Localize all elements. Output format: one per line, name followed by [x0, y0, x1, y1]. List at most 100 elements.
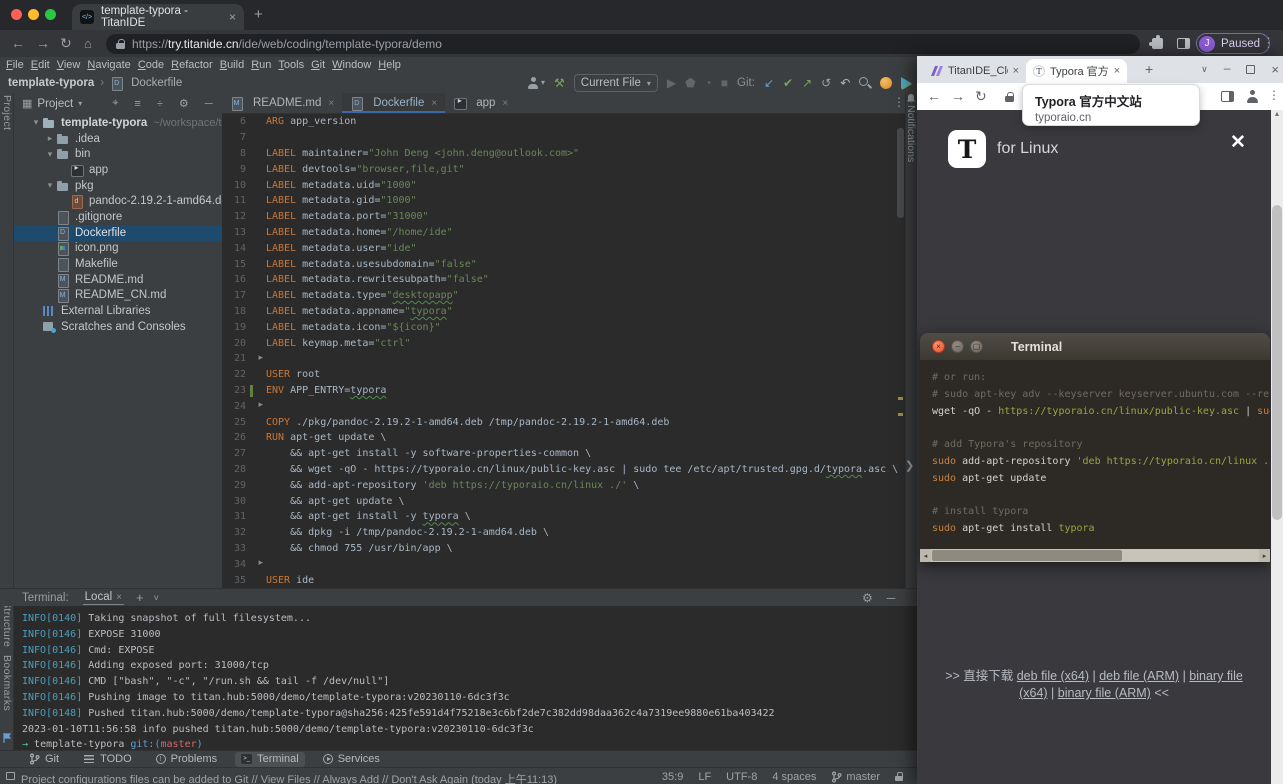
browser-tab-TitanIDE_Clo[interactable]: TitanIDE_Clo × [924, 59, 1026, 83]
lock-icon[interactable] [1005, 92, 1014, 102]
terminal-minimize-icon[interactable]: ─ [887, 591, 896, 605]
close-icon[interactable]: ✕ [1230, 131, 1246, 154]
forward-icon[interactable]: → [951, 88, 965, 105]
address-bar[interactable]: https://try.titanide.cn/ide/web/coding/t… [106, 34, 1140, 54]
tree-item-.idea[interactable]: ▸ .idea [14, 131, 222, 147]
side-panel-icon[interactable] [1177, 38, 1190, 49]
menu-help[interactable]: Help [378, 59, 401, 71]
tree-item-README.md[interactable]: README.md [14, 272, 222, 288]
breadcrumb-project[interactable]: template-typora [8, 77, 94, 89]
browser-menu-icon[interactable]: ⋮ [1268, 88, 1280, 102]
browser-menu-icon[interactable]: ⋮ [1262, 35, 1275, 51]
menu-file[interactable]: File [6, 59, 24, 71]
stripe-project-label[interactable]: Project [1, 95, 13, 130]
chevron-expanded-icon[interactable]: ▾ [44, 180, 56, 191]
tree-item-bin[interactable]: ▾ bin [14, 146, 222, 162]
menu-navigate[interactable]: Navigate [87, 59, 130, 71]
readonly-lock-icon[interactable] [895, 772, 903, 781]
warning-stripe-mark[interactable] [898, 413, 903, 416]
profile-button[interactable]: J Paused [1196, 33, 1271, 54]
history-icon[interactable]: ↺ [821, 77, 831, 89]
gear-icon[interactable]: ⚙ [179, 97, 189, 110]
editor-tab-Dockerfile[interactable]: Dockerfile× [342, 93, 446, 113]
minimize-icon[interactable]: – [1224, 61, 1231, 75]
close-tab-icon[interactable]: × [1013, 65, 1019, 77]
toolwindow-services[interactable]: Services [317, 752, 386, 767]
git-branch-widget[interactable]: master [831, 771, 880, 783]
locate-file-icon[interactable]: ⌖ [112, 97, 118, 110]
event-log-icon[interactable] [6, 772, 15, 780]
editor-tabs-menu-icon[interactable]: ⋮ [893, 95, 905, 109]
git-update-icon[interactable]: ↙ [764, 77, 774, 89]
debug-icon[interactable]: ⬟ [685, 77, 695, 89]
avatar-icon[interactable] [1246, 90, 1259, 103]
tree-item-Makefile[interactable]: Makefile [14, 256, 222, 272]
build-hammer-icon[interactable]: ⚒ [554, 77, 565, 89]
scrollbar-thumb[interactable] [932, 550, 1122, 561]
close-tab-icon[interactable]: × [502, 98, 508, 109]
close-window-icon[interactable] [11, 9, 22, 20]
editor-tab-README.md[interactable]: README.md× [222, 93, 342, 113]
back-icon[interactable]: ← [927, 88, 941, 105]
editor-scrollbar[interactable] [897, 128, 904, 218]
tree-item-External Libraries[interactable]: External Libraries [14, 303, 222, 319]
chevron-expanded-icon[interactable]: ▾ [30, 117, 42, 128]
menu-window[interactable]: Window [332, 59, 371, 71]
menu-tools[interactable]: Tools [278, 59, 304, 71]
user-menu-button[interactable]: ▾ [527, 77, 545, 89]
chevron-collapsed-icon[interactable]: ▸ [44, 133, 56, 144]
lock-icon[interactable] [116, 39, 125, 49]
scroll-left-icon[interactable]: ◂ [920, 549, 931, 562]
stripe-notifications-label[interactable]: Notifications [905, 105, 917, 162]
titanide-run-icon[interactable] [901, 77, 912, 89]
bookmark-flag-icon[interactable] [3, 733, 12, 743]
side-panel-icon[interactable] [1221, 91, 1234, 102]
tree-item-README_CN.md[interactable]: README_CN.md [14, 288, 222, 304]
coverage-icon[interactable]: ◔ [705, 77, 712, 89]
git-push-icon[interactable]: ↗ [802, 77, 812, 89]
extensions-icon[interactable] [1149, 35, 1163, 49]
collapse-all-icon[interactable]: ÷ [157, 98, 163, 110]
hide-panel-icon[interactable]: ─ [205, 98, 213, 110]
tree-item-Dockerfile[interactable]: Dockerfile [14, 224, 222, 241]
close-icon[interactable]: × [116, 592, 122, 603]
toolwindow-git[interactable]: Git [22, 752, 65, 767]
terminal-tab-local[interactable]: Local × [82, 590, 124, 605]
reload-icon[interactable]: ↻ [60, 34, 72, 53]
run-icon[interactable]: ▶ [667, 77, 676, 89]
browser-tab-Typora 官方[interactable]: T Typora 官方 × [1026, 59, 1128, 83]
line-ending[interactable]: LF [698, 771, 711, 783]
forward-icon[interactable]: → [36, 34, 50, 53]
page-scrollbar[interactable]: ▲ [1271, 110, 1283, 784]
bell-icon[interactable] [906, 93, 916, 104]
tree-item-template-typora[interactable]: ▾template-typora~/workspace/templa [14, 115, 222, 131]
scroll-right-icon[interactable]: ▸ [1259, 549, 1270, 562]
chevron-expanded-icon[interactable]: ▾ [44, 149, 56, 160]
stripe-bookmarks-label[interactable]: Bookmarks [1, 655, 13, 711]
close-tab-icon[interactable]: × [1114, 65, 1120, 77]
fullscreen-window-icon[interactable] [45, 9, 56, 20]
status-message[interactable]: Project configurations files can be adde… [21, 771, 557, 784]
back-icon[interactable]: ← [11, 34, 25, 53]
stop-icon[interactable]: ■ [721, 77, 728, 89]
panel-expander-icon[interactable]: ❯ [905, 459, 914, 472]
new-tab-button[interactable]: + [254, 7, 263, 22]
toolwindow-terminal[interactable]: Terminal [235, 751, 305, 767]
tree-item-app[interactable]: app [14, 162, 222, 178]
menu-refactor[interactable]: Refactor [171, 59, 213, 71]
scrollbar-thumb[interactable] [1272, 205, 1282, 520]
download-link[interactable]: binary file (ARM) [1058, 686, 1151, 700]
menu-build[interactable]: Build [220, 59, 244, 71]
code-editor[interactable]: 6 ARG app_version 7 8 LABEL maintainer="John… [222, 114, 905, 588]
tree-item-icon.png[interactable]: icon.png [14, 241, 222, 257]
caret-position[interactable]: 35:9 [662, 771, 683, 783]
breadcrumb-file[interactable]: Dockerfile [131, 77, 182, 89]
download-link[interactable]: deb file (ARM) [1099, 669, 1179, 683]
editor-tab-app[interactable]: app× [445, 93, 516, 113]
tree-item-pandoc-2.19.2-1-amd64.deb[interactable]: pandoc-2.19.2-1-amd64.deb [14, 193, 222, 210]
close-tab-icon[interactable]: × [431, 98, 437, 109]
download-link[interactable]: deb file (x64) [1017, 669, 1089, 683]
horizontal-scrollbar[interactable]: ◂ ▸ [920, 549, 1270, 562]
chevron-down-icon[interactable]: ˅ [154, 593, 159, 603]
rollback-icon[interactable]: ↶ [840, 77, 850, 89]
